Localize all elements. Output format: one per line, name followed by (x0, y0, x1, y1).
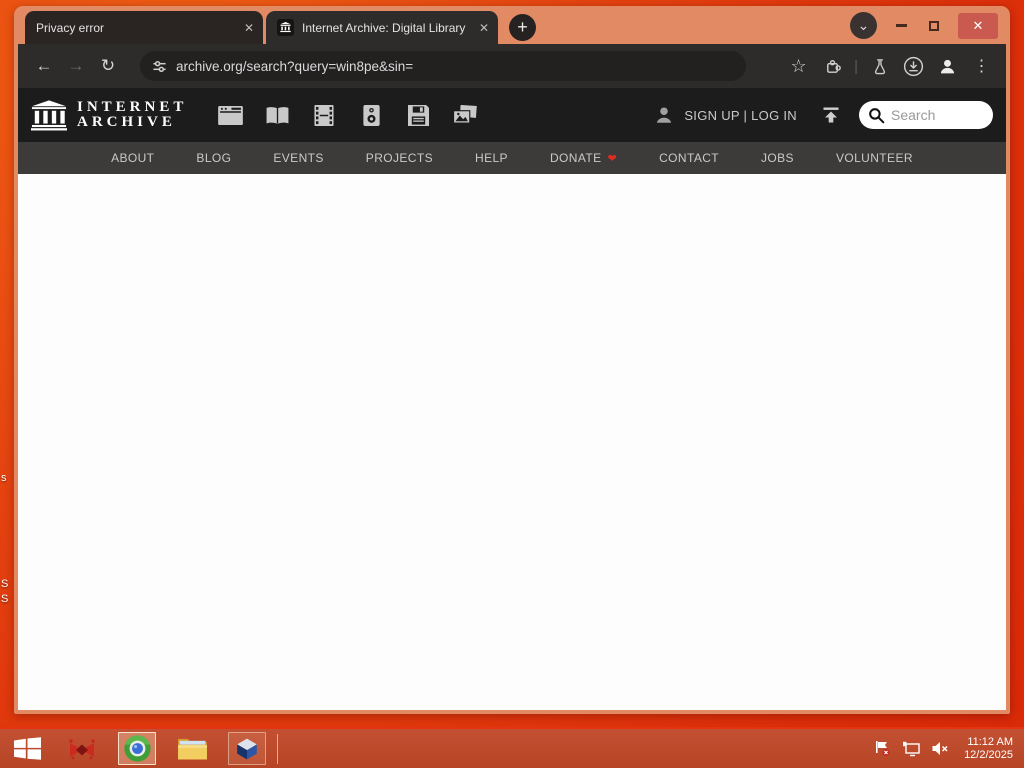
tab-privacy-error[interactable]: Privacy error ✕ (25, 11, 263, 44)
media-type-icons (217, 104, 478, 126)
site-search-box[interactable] (859, 101, 993, 129)
new-tab-button[interactable]: + (509, 14, 536, 41)
tab-search-button[interactable]: ⌄ (850, 12, 877, 39)
video-icon[interactable] (311, 104, 337, 126)
archive-header: INTERNET ARCHIVE SIGN UP | LOG IN Search (18, 88, 1006, 142)
taskbar: 11:12 AM 12/2/2025 (0, 727, 1024, 768)
taskbar-clock[interactable]: 11:12 AM 12/2/2025 (964, 736, 1013, 762)
taskbar-red-app-icon[interactable] (63, 732, 101, 765)
desktop-background: s S S Privacy error ✕ Internet Archive: … (0, 0, 1024, 768)
site-title[interactable]: INTERNET ARCHIVE (77, 100, 187, 130)
forward-button[interactable]: → (60, 50, 92, 82)
nav-about[interactable]: ABOUT (111, 151, 154, 165)
close-icon: ✕ (972, 17, 984, 33)
tab-strip: Privacy error ✕ Internet Archive: Digita… (18, 6, 1006, 44)
downloads-icon[interactable] (899, 50, 928, 82)
upload-icon[interactable] (821, 106, 841, 124)
clock-time: 11:12 AM (967, 735, 1013, 748)
software-icon[interactable] (405, 104, 431, 126)
signup-login-link[interactable]: SIGN UP | LOG IN (684, 108, 797, 123)
clock-date: 12/2/2025 (964, 748, 1013, 761)
start-button[interactable] (8, 732, 46, 765)
site-settings-icon[interactable] (152, 59, 167, 74)
search-input[interactable] (891, 107, 984, 123)
extensions-icon[interactable] (818, 50, 847, 82)
toolbar-right-icons: ☆ | ⋮ (784, 50, 996, 82)
images-icon[interactable] (452, 105, 478, 125)
person-icon (654, 105, 674, 125)
browser-toolbar: ← → ↻ archive.org/search?query=win8pe&si… (18, 44, 1006, 88)
archive-nav-bar: ABOUT BLOG EVENTS PROJECTS HELP DONATE ❤… (18, 142, 1006, 174)
texts-icon[interactable] (264, 106, 290, 125)
volume-muted-icon[interactable] (932, 741, 949, 756)
action-center-flag-icon[interactable] (874, 740, 891, 757)
desktop-icon-label-fragment: S (1, 593, 9, 605)
blank-page-body (18, 174, 1006, 710)
tab-internet-archive[interactable]: Internet Archive: Digital Library ✕ (266, 11, 498, 44)
toolbar-divider: | (854, 57, 858, 75)
chevron-down-icon: ⌄ (857, 17, 870, 33)
taskbar-chrome-button[interactable] (118, 732, 156, 765)
taskbar-virtualbox-button[interactable] (228, 732, 266, 765)
reload-button[interactable]: ↻ (92, 50, 124, 82)
nav-events[interactable]: EVENTS (273, 151, 323, 165)
nav-volunteer[interactable]: VOLUNTEER (836, 151, 913, 165)
nav-help[interactable]: HELP (475, 151, 508, 165)
taskbar-separator (277, 733, 278, 764)
page-content: INTERNET ARCHIVE SIGN UP | LOG IN Search… (18, 88, 1006, 710)
back-button[interactable]: ← (28, 50, 60, 82)
experiments-flask-icon[interactable] (865, 50, 894, 82)
tab-close-icon[interactable]: ✕ (479, 21, 489, 35)
browser-window: Privacy error ✕ Internet Archive: Digita… (14, 6, 1010, 714)
url-text: archive.org/search?query=win8pe&sin= (176, 58, 414, 74)
header-right: SIGN UP | LOG IN (654, 101, 993, 129)
heart-icon: ❤ (607, 152, 618, 165)
taskbar-file-explorer-button[interactable] (173, 732, 211, 765)
nav-blog[interactable]: BLOG (196, 151, 231, 165)
system-tray: 11:12 AM 12/2/2025 (874, 736, 1016, 762)
profile-avatar-icon[interactable] (933, 50, 962, 82)
window-close-button[interactable]: ✕ (958, 12, 998, 39)
tab-title: Internet Archive: Digital Library (302, 20, 466, 35)
menu-kebab-icon[interactable]: ⋮ (967, 50, 996, 82)
maximize-icon (929, 20, 939, 31)
nav-projects[interactable]: PROJECTS (366, 151, 433, 165)
maximize-button[interactable] (925, 16, 943, 36)
bookmark-star-icon[interactable]: ☆ (784, 50, 813, 82)
web-icon[interactable] (217, 105, 243, 125)
tab-title: Privacy error (36, 20, 105, 35)
desktop-icon-label-fragment: S (1, 578, 9, 590)
archive-favicon-icon (277, 19, 294, 36)
internet-archive-logo-icon[interactable] (31, 99, 67, 131)
desktop-icon-label-fragment: s (1, 472, 7, 484)
nav-donate[interactable]: DONATE ❤ (550, 151, 617, 165)
minimize-button[interactable] (892, 16, 910, 36)
minimize-icon (895, 24, 907, 27)
tab-close-icon[interactable]: ✕ (244, 21, 254, 35)
window-controls: ⌄ ✕ (850, 12, 998, 39)
search-icon (868, 107, 885, 124)
nav-jobs[interactable]: JOBS (761, 151, 794, 165)
nav-contact[interactable]: CONTACT (659, 151, 719, 165)
url-bar[interactable]: archive.org/search?query=win8pe&sin= (140, 51, 746, 81)
network-icon[interactable] (902, 741, 921, 757)
plus-icon: + (517, 17, 528, 37)
audio-icon[interactable] (358, 104, 384, 126)
